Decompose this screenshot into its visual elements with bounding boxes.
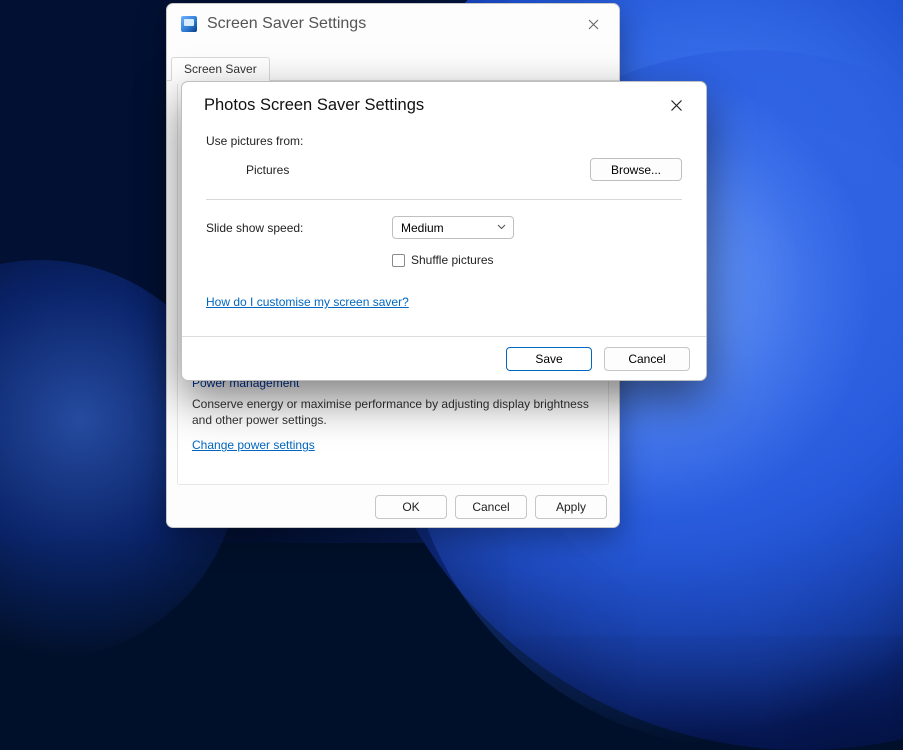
shuffle-pictures-label: Shuffle pictures [411,253,494,267]
apply-button[interactable]: Apply [535,495,607,519]
dialog-footer: Save Cancel [182,336,706,380]
ok-button[interactable]: OK [375,495,447,519]
app-icon [181,16,197,32]
cancel-button[interactable]: Cancel [604,347,690,371]
power-management-text: Conserve energy or maximise performance … [192,396,594,428]
photos-screen-saver-settings-dialog: Photos Screen Saver Settings Use picture… [181,81,707,381]
pictures-folder-value: Pictures [246,163,289,177]
help-link[interactable]: How do I customise my screen saver? [206,295,409,309]
titlebar[interactable]: Screen Saver Settings [167,4,619,44]
slide-show-speed-select[interactable]: Medium [392,216,514,239]
window-title: Screen Saver Settings [207,15,575,33]
change-power-settings-link[interactable]: Change power settings [192,438,315,452]
divider [206,199,682,200]
use-pictures-from-label: Use pictures from: [206,134,682,148]
shuffle-pictures-checkbox[interactable] [392,254,405,267]
tab-screen-saver[interactable]: Screen Saver [171,57,270,81]
browse-button[interactable]: Browse... [590,158,682,181]
slide-show-speed-value: Medium [401,221,444,235]
close-icon[interactable] [575,10,611,38]
chevron-down-icon [496,221,507,235]
cancel-button[interactable]: Cancel [455,495,527,519]
dialog-button-row: OK Cancel Apply [375,495,607,519]
save-button[interactable]: Save [506,347,592,371]
dialog-title: Photos Screen Saver Settings [204,96,656,115]
close-icon[interactable] [656,89,696,121]
slide-show-speed-label: Slide show speed: [206,221,392,235]
dialog-body: Use pictures from: Pictures Browse... Sl… [182,128,706,309]
titlebar[interactable]: Photos Screen Saver Settings [182,82,706,128]
tab-strip: Screen Saver [167,56,619,81]
